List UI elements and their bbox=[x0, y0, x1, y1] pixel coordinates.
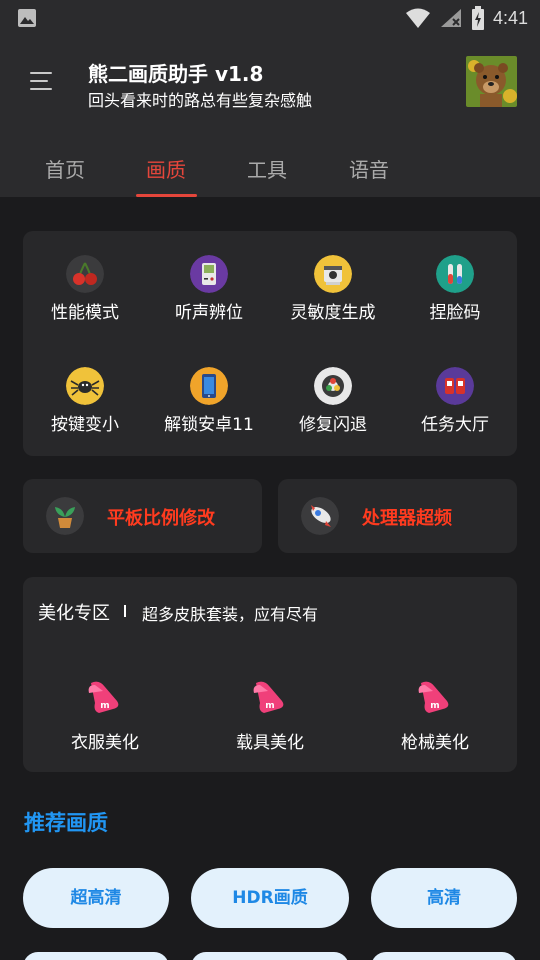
grid-item-label: 解锁安卓11 bbox=[164, 415, 254, 435]
cpu-overclock-card[interactable]: 处理器超频 bbox=[278, 479, 517, 553]
menu-button[interactable] bbox=[30, 72, 56, 94]
test-tubes-icon bbox=[436, 255, 474, 293]
grid-item-performance-mode[interactable]: 性能模式 bbox=[23, 255, 147, 355]
cherry-icon bbox=[66, 255, 104, 293]
tab-indicator bbox=[136, 194, 197, 197]
wifi-icon bbox=[405, 8, 430, 28]
quality-pill-partial[interactable] bbox=[23, 952, 169, 960]
beauty-zone: 美化专区 超多皮肤套装，应有尽有 m 衣服美化 m 载具美化 m 枪械美化 bbox=[23, 577, 517, 772]
cpu-overclock-label: 处理器超频 bbox=[362, 508, 452, 529]
quality-pill-ultra-hd[interactable]: 超高清 bbox=[23, 868, 169, 928]
grid-item-label: 按键变小 bbox=[51, 415, 119, 435]
m-logo-icon: m bbox=[88, 681, 119, 713]
recommend-title: 推荐画质 bbox=[24, 811, 108, 835]
svg-text:m: m bbox=[100, 701, 109, 711]
tab-bar: 首页 画质 工具 语音 bbox=[0, 144, 540, 197]
feature-grid: 性能模式 听声辨位 灵敏度生成 捏脸码 按键变小 解锁安卓11 修复闪退 任务大… bbox=[23, 231, 517, 456]
beauty-item-label: 枪械美化 bbox=[401, 733, 469, 753]
gamepad-icon bbox=[436, 367, 474, 405]
no-signal-icon bbox=[440, 9, 461, 27]
quality-pill-hd[interactable]: 高清 bbox=[371, 868, 517, 928]
plant-pot-icon bbox=[46, 497, 84, 535]
grid-item-fix-crash[interactable]: 修复闪退 bbox=[271, 367, 395, 467]
beauty-item-label: 载具美化 bbox=[236, 733, 304, 753]
grid-item-label: 灵敏度生成 bbox=[290, 303, 376, 323]
grid-item-sensitivity[interactable]: 灵敏度生成 bbox=[271, 255, 395, 355]
grid-item-smaller-keys[interactable]: 按键变小 bbox=[23, 367, 147, 467]
beauty-title: 美化专区 bbox=[38, 603, 110, 624]
beauty-description: 超多皮肤套装，应有尽有 bbox=[142, 605, 319, 624]
clock: 4:41 bbox=[492, 7, 528, 28]
svg-text:m: m bbox=[265, 701, 274, 711]
beauty-divider bbox=[124, 605, 126, 617]
gameboy-icon bbox=[190, 255, 228, 293]
svg-text:m: m bbox=[430, 701, 439, 711]
grid-item-sound-locate[interactable]: 听声辨位 bbox=[147, 255, 271, 355]
chrome-icon bbox=[314, 367, 352, 405]
beauty-item-guns[interactable]: m 枪械美化 bbox=[380, 677, 490, 757]
quality-pill-partial[interactable] bbox=[371, 952, 517, 960]
battery-icon bbox=[471, 6, 484, 30]
tablet-ratio-label: 平板比例修改 bbox=[107, 508, 215, 529]
app-title: 熊二画质助手 v1.8 bbox=[88, 62, 264, 86]
grid-item-label: 捏脸码 bbox=[429, 303, 481, 323]
status-bar: 4:41 bbox=[0, 0, 540, 36]
gallery-icon bbox=[18, 9, 36, 27]
beauty-item-clothes[interactable]: m 衣服美化 bbox=[50, 677, 160, 757]
spider-icon bbox=[66, 367, 104, 405]
grid-item-label: 任务大厅 bbox=[421, 415, 489, 435]
tab-home[interactable]: 首页 bbox=[25, 154, 105, 183]
tablet-ratio-card[interactable]: 平板比例修改 bbox=[23, 479, 262, 553]
grid-item-task-hall[interactable]: 任务大厅 bbox=[393, 367, 517, 467]
beauty-item-label: 衣服美化 bbox=[71, 733, 139, 753]
m-logo-icon: m bbox=[418, 681, 449, 713]
phone-icon bbox=[190, 367, 228, 405]
quality-pill-partial[interactable] bbox=[191, 952, 349, 960]
beauty-item-vehicles[interactable]: m 载具美化 bbox=[215, 677, 325, 757]
grid-item-unlock-android11[interactable]: 解锁安卓11 bbox=[147, 367, 271, 467]
grid-item-label: 修复闪退 bbox=[299, 415, 367, 435]
rocket-icon bbox=[301, 497, 339, 535]
quality-pill-hdr[interactable]: HDR画质 bbox=[191, 868, 349, 928]
camera-icon bbox=[314, 255, 352, 293]
tab-quality[interactable]: 画质 bbox=[126, 154, 206, 183]
grid-item-face-code[interactable]: 捏脸码 bbox=[393, 255, 517, 355]
tab-voice[interactable]: 语音 bbox=[329, 154, 409, 183]
grid-item-label: 听声辨位 bbox=[175, 303, 243, 323]
avatar[interactable] bbox=[466, 56, 517, 107]
app-header: 熊二画质助手 v1.8 回头看来时的路总有些复杂感触 首页 画质 工具 语音 bbox=[0, 36, 540, 197]
m-logo-icon: m bbox=[253, 681, 284, 713]
grid-item-label: 性能模式 bbox=[51, 303, 119, 323]
app-subtitle: 回头看来时的路总有些复杂感触 bbox=[88, 91, 313, 110]
tab-tools[interactable]: 工具 bbox=[227, 154, 307, 183]
